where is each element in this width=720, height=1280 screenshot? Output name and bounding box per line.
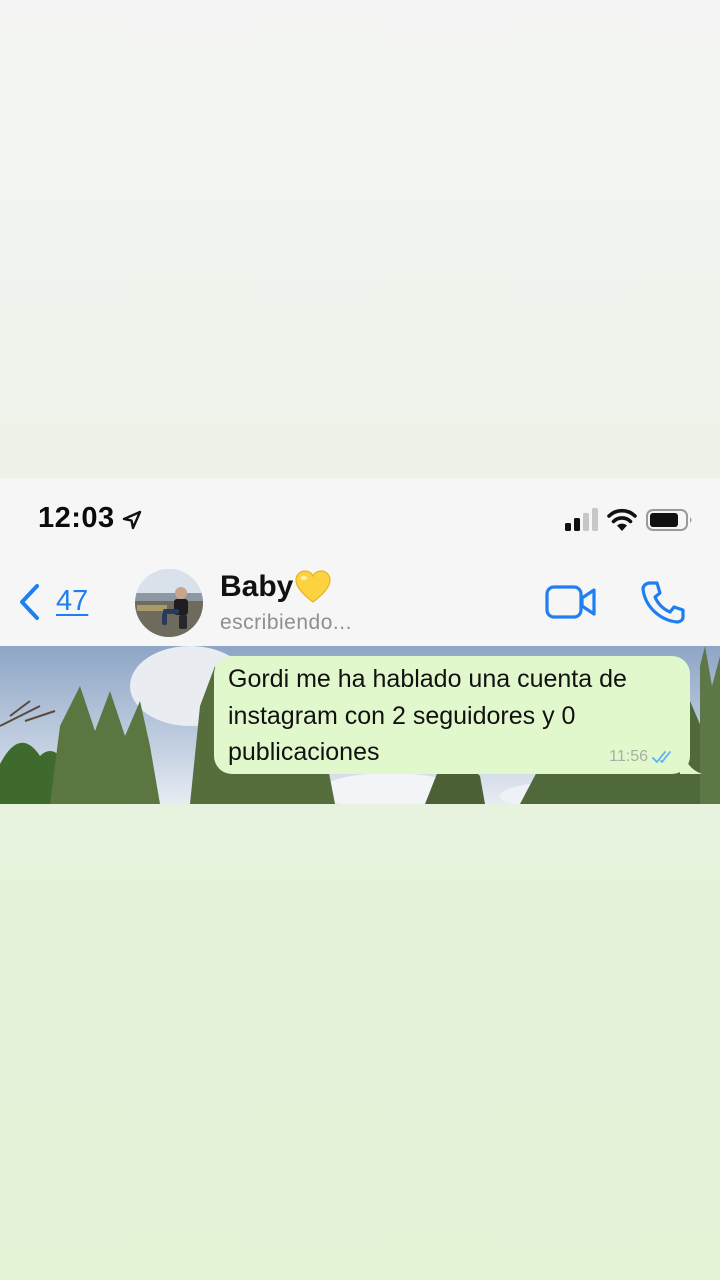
chat-area[interactable]: Gordi me ha hablado una cuenta de instag… [0,646,720,804]
back-chevron-icon [20,584,39,620]
yellow-heart-icon [295,570,331,603]
avatar[interactable] [135,569,203,637]
bubble-tail-icon [680,752,702,774]
video-call-icon [545,585,596,619]
message-meta: 11:56 [609,748,676,766]
video-call-button[interactable] [544,582,598,622]
battery-icon [646,509,692,531]
voice-call-button[interactable] [640,580,686,624]
double-check-read-icon [652,751,671,763]
outgoing-message[interactable]: Gordi me ha hablado una cuenta de instag… [214,656,702,774]
back-button[interactable]: 47 [12,578,102,626]
status-time: 12:03 [38,502,115,534]
contact-name: Baby [220,570,294,603]
whatsapp-screenshot: 12:03 47 Baby escribiendo... Gordi me ha… [0,478,720,804]
unread-count: 47 [56,585,89,617]
cellular-signal-icon [565,508,598,531]
phone-icon [641,581,685,624]
avatar-photo [135,569,203,637]
chat-header: 47 Baby escribiendo... [0,560,720,647]
status-bar: 12:03 [0,478,720,560]
contact-status: escribiendo... [220,611,352,634]
contact-name-row[interactable]: Baby [220,570,331,604]
wifi-icon [607,508,637,531]
message-time: 11:56 [609,748,648,765]
location-arrow-icon [122,510,142,530]
